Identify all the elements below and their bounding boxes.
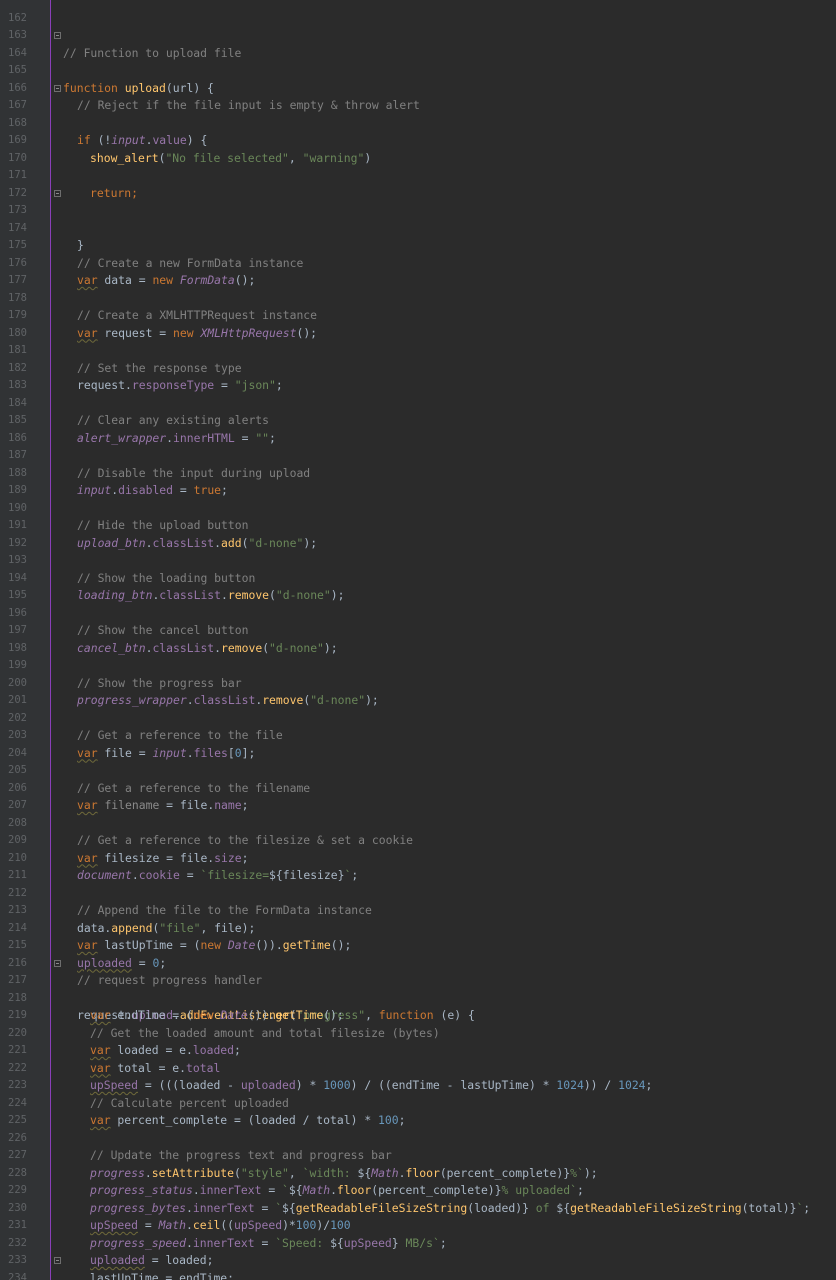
- code-line[interactable]: 193 // Show the loading button: [0, 535, 836, 585]
- code-line[interactable]: 168: [0, 97, 836, 129]
- code-line[interactable]: 194 loading_btn.classList.remove("d-none…: [0, 552, 836, 603]
- code-line[interactable]: 162: [0, 0, 836, 24]
- code-line[interactable]: 175 // Create a new FormData instance: [0, 220, 836, 270]
- code-line[interactable]: 231 progress_speed.innerText = `Speed: $…: [0, 1200, 836, 1250]
- fold-toggle-icon[interactable]: [54, 32, 61, 39]
- code-line[interactable]: 195: [0, 570, 836, 601]
- code-line[interactable]: 170: [0, 132, 836, 164]
- code-line[interactable]: 230 upSpeed = Math.ceil((upSpeed)*100)/1…: [0, 1182, 836, 1233]
- code-line[interactable]: 221 var total = e.total: [0, 1025, 836, 1075]
- code-line[interactable]: 191 upload_btn.classList.add("d-none");: [0, 500, 836, 550]
- code-line[interactable]: 227 progress.setAttribute("style", `widt…: [0, 1130, 836, 1180]
- code-line[interactable]: 213 data.append("file", file);: [0, 885, 836, 935]
- code-line[interactable]: 211: [0, 850, 836, 881]
- code-line[interactable]: 188 input.disabled = true;: [0, 447, 836, 498]
- code-line[interactable]: 166 // Reject if the file input is empty…: [0, 62, 836, 113]
- code-line[interactable]: 187 // Disable the input during upload: [0, 430, 836, 480]
- code-line[interactable]: 215 uploaded = 0;: [0, 920, 836, 970]
- code-line[interactable]: 206 var filename = file.name;: [0, 762, 836, 813]
- code-line[interactable]: 165: [0, 45, 836, 76]
- code-line[interactable]: 226 // Update the progress text and prog…: [0, 1112, 836, 1163]
- code-line[interactable]: 183: [0, 360, 836, 391]
- code-line[interactable]: 186: [0, 412, 836, 444]
- code-line[interactable]: 200 progress_wrapper.classList.remove("d…: [0, 657, 836, 708]
- code-line[interactable]: 179 var request = new XMLHttpRequest();: [0, 290, 836, 340]
- code-line[interactable]: 222 upSpeed = (((loaded - uploaded) * 10…: [0, 1042, 836, 1093]
- code-line[interactable]: 225: [0, 1095, 836, 1126]
- code-line[interactable]: 190 // Hide the upload button: [0, 482, 836, 533]
- code-line[interactable]: 233 lastUpTime = endTime;: [0, 1235, 836, 1280]
- fold-toggle-icon[interactable]: [54, 959, 61, 967]
- code-line[interactable]: 164 function upload(url) {: [0, 27, 836, 95]
- code-line[interactable]: 235: [0, 1270, 836, 1280]
- code-line[interactable]: 177: [0, 255, 836, 286]
- code-line[interactable]: 163 // Function to upload file: [0, 10, 836, 60]
- fold-toggle-icon[interactable]: [54, 84, 61, 92]
- code-line[interactable]: 203 var file = input.files[0];: [0, 710, 836, 760]
- code-line[interactable]: 232 uploaded = loaded;: [0, 1217, 836, 1268]
- code-line[interactable]: 182 request.responseType = "json";: [0, 342, 836, 393]
- code-line[interactable]: 228 progress_status.innerText = `${Math.…: [0, 1147, 836, 1198]
- code-line[interactable]: 198: [0, 622, 836, 654]
- code-line[interactable]: 202 // Get a reference to the file: [0, 692, 836, 743]
- code-line[interactable]: 214 var lastUpTime = (new Date()).getTim…: [0, 902, 836, 953]
- code-line[interactable]: 189: [0, 465, 836, 496]
- fold-toggle-icon[interactable]: [54, 189, 61, 197]
- code-line[interactable]: 180: [0, 307, 836, 339]
- code-line[interactable]: 224 var percent_complete = (loaded / tot…: [0, 1077, 836, 1128]
- code-line[interactable]: 218 var endTime = (new Date()).getTime()…: [0, 972, 836, 1023]
- code-line[interactable]: 171 return;: [0, 150, 836, 200]
- code-editor[interactable]: 162 163 // Function to upload file 164 f…: [0, 0, 836, 1280]
- code-line[interactable]: 167 if (!input.value) {: [0, 80, 836, 147]
- code-line[interactable]: 210 document.cookie = `filesize=${filesi…: [0, 832, 836, 883]
- code-line[interactable]: 178 // Create a XMLHTTPRequest instance: [0, 272, 836, 323]
- code-line[interactable]: 223 // Calculate percent uploaded: [0, 1060, 836, 1110]
- code-line[interactable]: 207: [0, 780, 836, 811]
- code-line[interactable]: 176 var data = new FormData();: [0, 237, 836, 288]
- code-line[interactable]: 173 }: [0, 185, 836, 252]
- code-line[interactable]: 181 // Set the response type: [0, 325, 836, 375]
- code-line[interactable]: 169 show_alert("No file selected", "warn…: [0, 115, 836, 165]
- code-line[interactable]: 212 // Append the file to the FormData i…: [0, 867, 836, 918]
- code-line[interactable]: 184 // Clear any existing alerts: [0, 377, 836, 428]
- code-line[interactable]: 201: [0, 675, 836, 706]
- code-line[interactable]: 204: [0, 727, 836, 759]
- code-line[interactable]: 229 progress_bytes.innerText = `${getRea…: [0, 1165, 836, 1215]
- code-line[interactable]: 196 // Show the cancel button: [0, 587, 836, 638]
- code-line[interactable]: 220 var loaded = e.loaded;: [0, 1007, 836, 1058]
- code-line[interactable]: 208 // Get a reference to the filesize &…: [0, 797, 836, 848]
- fold-toggle-icon[interactable]: [54, 1257, 61, 1264]
- code-line[interactable]: 199 // Show the progress bar: [0, 640, 836, 690]
- code-line[interactable]: 234 }): [0, 1252, 836, 1280]
- code-line[interactable]: 209 var filesize = file.size;: [0, 815, 836, 865]
- code-line[interactable]: 197 cancel_btn.classList.remove("d-none"…: [0, 605, 836, 655]
- code-line[interactable]: 217 request.upload.addEventListener("pro…: [0, 955, 836, 1022]
- code-line[interactable]: 185 alert_wrapper.innerHTML = "";: [0, 395, 836, 445]
- code-line[interactable]: 192: [0, 517, 836, 549]
- code-line[interactable]: 205 // Get a reference to the filename: [0, 745, 836, 795]
- code-line[interactable]: 174: [0, 202, 836, 234]
- code-line[interactable]: 216 // request progress handler: [0, 937, 836, 988]
- code-line[interactable]: 172: [0, 167, 836, 199]
- code-line[interactable]: 219 // Get the loaded amount and total f…: [0, 990, 836, 1040]
